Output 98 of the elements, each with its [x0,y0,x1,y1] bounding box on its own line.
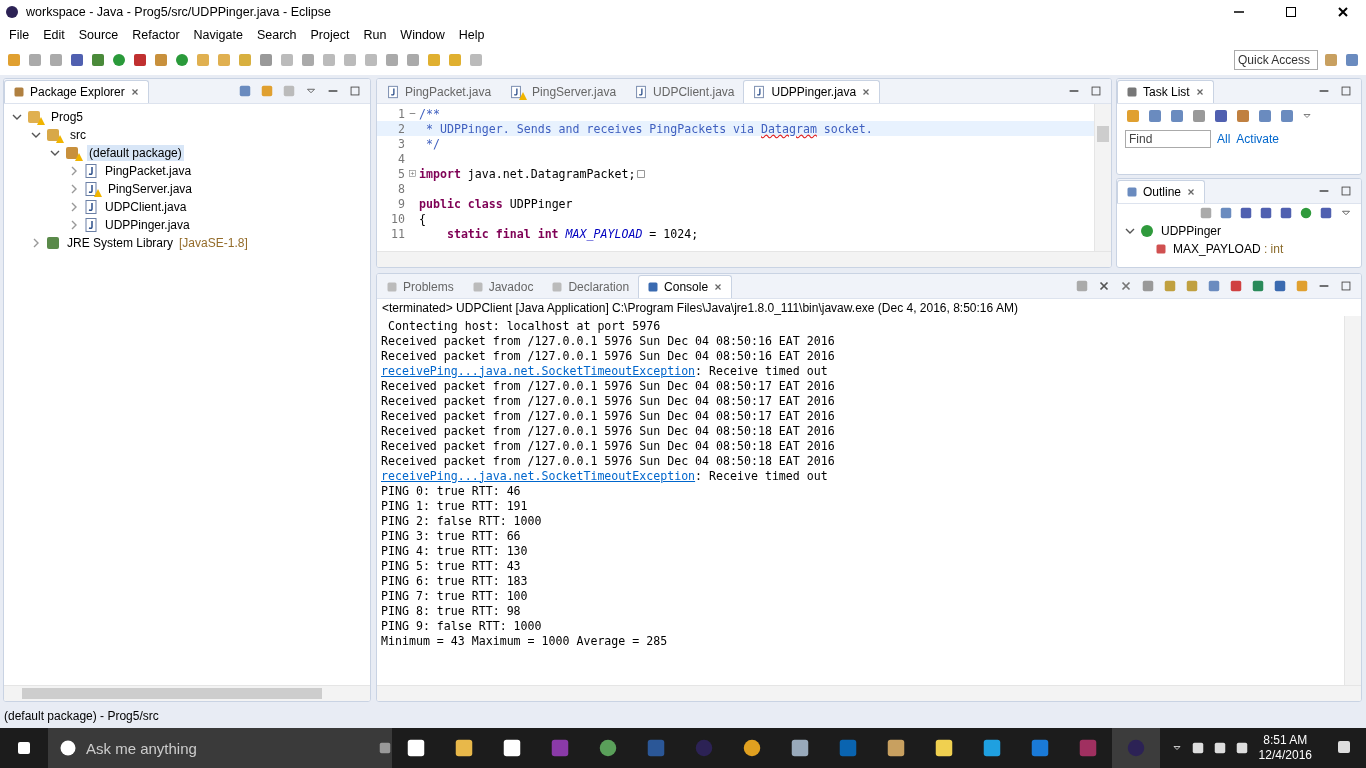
tree-item[interactable]: (default package) [87,145,184,161]
vertical-scrollbar[interactable] [1344,316,1361,685]
outline-item[interactable]: UDPPinger [1159,223,1224,239]
console-line: Received packet from /127.0.0.1 5976 Sun Dec 04 08:50:17 EAT 2016 [381,378,836,393]
find-field[interactable]: Find [1125,130,1211,148]
maximize-icon[interactable] [1283,4,1299,20]
console-line: PING 6: true RTT: 183 [381,573,529,588]
tree-item[interactable]: JRE System Library [65,235,176,251]
exception-link[interactable]: receivePing...java.net.SocketTimeoutException [381,363,696,378]
eclipse-logo-icon[interactable] [693,737,715,759]
java-file-icon [83,181,99,197]
search-box[interactable]: Ask me anything [48,728,392,768]
console-line: PING 2: false RTT: 1000 [381,513,543,528]
task-link[interactable]: All [1217,132,1231,146]
console-line: PING 1: true RTT: 191 [381,498,529,513]
java-file-icon [386,85,400,99]
console-line: receivePing...java.net.SocketTimeoutException: Receive timed out [381,363,829,378]
code-line: 8 [397,181,406,196]
menu-item[interactable]: Run [356,27,394,42]
tree-item[interactable]: UDPClient.java [103,199,189,215]
view-tab[interactable]: Task List [1117,80,1214,103]
console-line: Minimum = 43 Maximum = 1000 Average = 285 [381,633,669,648]
console-line: Received packet from /127.0.0.1 5976 Sun Dec 04 08:50:17 EAT 2016 [381,393,836,408]
code-line: 11 static final int MAX_PAYLOAD = 1024; [390,226,700,241]
view-tab[interactable]: Console [638,275,733,298]
folded-code-icon[interactable] [635,167,648,180]
console-line: Received packet from /127.0.0.1 5976 Sun Dec 04 08:50:18 EAT 2016 [381,423,836,438]
quick-access-field[interactable]: Quick Access [1234,50,1318,70]
view-tab[interactable]: Javadoc [462,275,543,298]
code-line: 9 public class UDPPinger [397,196,574,211]
console-line: Contecting host: localhost at port 5976 [386,318,662,333]
console-line: Received packet from /127.0.0.1 5976 Sun Dec 04 08:50:18 EAT 2016 [381,453,836,468]
task-link[interactable]: Activate [1236,132,1280,146]
console-line: Received packet from /127.0.0.1 5976 Sun Dec 04 08:50:17 EAT 2016 [381,408,836,423]
editor-tab[interactable]: UDPPinger.java [743,80,881,103]
java-file-icon [634,85,649,99]
tree-item[interactable]: PingPacket.java [103,163,194,179]
vertical-scrollbar[interactable] [1094,104,1111,251]
menu-item[interactable]: Help [451,27,492,42]
horizontal-scrollbar[interactable] [4,685,370,701]
clock-date[interactable]: 12/4/2016 [1258,748,1312,763]
console-line: PING 3: true RTT: 66 [381,528,522,543]
circle-icon [58,738,78,758]
remove-launch-icon[interactable] [1097,279,1111,293]
console-line: PING 5: true RTT: 43 [381,558,522,573]
fold-plus-icon[interactable] [407,169,417,178]
console-line: PING 9: false RTT: 1000 [381,618,543,633]
view-tab[interactable]: Outline [1117,180,1206,203]
java-file-icon [83,217,99,233]
clock-time[interactable]: 8:51 AM [1263,733,1308,748]
menu-item[interactable]: Navigate [186,27,250,42]
tree-item[interactable]: PingServer.java [106,181,195,197]
code-line: 4 [397,151,406,166]
menu-item[interactable]: File [2,27,37,42]
console-line: PING 7: true RTT: 100 [381,588,529,603]
menu-item[interactable]: Source [71,27,126,42]
code-line: 5 import java.net.DatagramPacket; [377,166,1094,181]
outline-item[interactable]: MAX_PAYLOAD : int [1171,241,1286,257]
java-file-icon [83,163,99,179]
tree-item[interactable]: UDPPinger.java [103,217,192,233]
exception-link[interactable]: receivePing...java.net.SocketTimeoutException [381,468,696,483]
menu-item[interactable]: Search [249,27,304,42]
console-header: <terminated> UDPClient [Java Application] C:\Program Files\Java\jre1.8.0_111\bin\javaw.exe (Dec 4, 2016, 8:50:16 AM) [381,299,1019,316]
java-file-icon [509,85,524,99]
console-line: Received packet from /127.0.0.1 5976 Sun Dec 04 08:50:16 EAT 2016 [381,348,836,363]
window-title: workspace - Java - Prog5/src/UDPPinger.java - Eclipse [26,5,332,19]
eclipse-logo-icon [4,4,20,20]
library-version: [JavaSE-1.8] [179,236,248,250]
console-line: PING 0: true RTT: 46 [381,483,522,498]
console-line: PING 8: true RTT: 98 [381,603,522,618]
java-file-icon [752,85,767,99]
java-file-icon [83,199,99,215]
horizontal-scrollbar[interactable] [377,251,1111,267]
menu-item[interactable]: Edit [36,27,72,42]
console-line: receivePing...java.net.SocketTimeoutException: Receive timed out [381,468,829,483]
console-line: Received packet from /127.0.0.1 5976 Sun Dec 04 08:50:16 EAT 2016 [381,333,836,348]
editor-tab[interactable]: UDPClient.java [625,80,744,103]
remove-all-icon[interactable] [1119,279,1133,293]
menu-item[interactable]: Window [393,27,452,42]
class-icon [1139,223,1155,239]
console-line: Received packet from /127.0.0.1 5976 Sun Dec 04 08:50:18 EAT 2016 [381,438,836,453]
menu-item[interactable]: Refactor [125,27,187,42]
console-line: PING 4: true RTT: 130 [381,543,529,558]
code-line: 3 */ [397,136,441,151]
editor-tab[interactable]: PingPacket.java [377,80,501,103]
menu-item[interactable]: Project [303,27,357,42]
eclipse-logo-icon[interactable] [1125,737,1147,759]
view-tab[interactable]: Declaration [542,275,639,298]
code-line: 1 /** [397,106,441,121]
code-line: 10 { [390,211,427,226]
run-icon[interactable] [111,52,127,68]
status-text: (default package) - Prog5/src [4,709,159,723]
tree-item[interactable]: Prog5 [49,109,86,125]
view-tab[interactable]: Problems [377,275,463,298]
horizontal-scrollbar[interactable] [377,685,1361,701]
editor-tab[interactable]: PingServer.java [500,80,626,103]
tree-item[interactable]: src [68,127,88,143]
view-tab[interactable]: Package Explorer [4,80,149,103]
